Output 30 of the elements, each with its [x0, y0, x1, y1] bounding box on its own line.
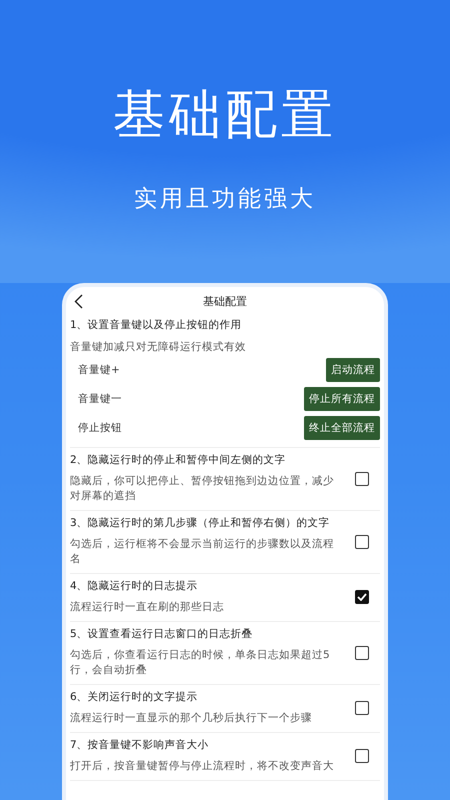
action-button[interactable]: 停止所有流程: [304, 386, 380, 410]
action-button[interactable]: 终止全部流程: [304, 416, 380, 440]
checkbox[interactable]: [355, 646, 369, 660]
option-title: 3、隐藏运行时的第几步骤（停止和暂停右侧）的文字: [70, 516, 331, 531]
option-title: 4、隐藏运行时的日志提示: [70, 579, 199, 594]
checkbox[interactable]: [355, 472, 369, 486]
section-note: 音量键加减只对无障碍运行模式有效: [70, 340, 247, 355]
key-label: 停止按钮: [78, 420, 122, 434]
option-title: 6、关闭运行时的文字提示: [70, 690, 199, 705]
hero-title: 基础配置: [113, 84, 337, 147]
checkbox[interactable]: [355, 534, 369, 548]
back-icon[interactable]: [74, 294, 83, 308]
option-description: 流程运行时一直在刷的那些日志: [70, 600, 225, 615]
option-description: 勾选后，运行框将不会显示当前运行的步骤数以及流程名: [70, 537, 335, 567]
option-description: 打开后，按音量键暂停与停止流程时，将不改变声音大: [70, 759, 335, 774]
checkbox[interactable]: [355, 590, 369, 604]
checkbox[interactable]: [355, 701, 369, 715]
action-button[interactable]: 启动流程: [326, 358, 380, 382]
checkbox[interactable]: [355, 749, 369, 763]
option-description: 隐藏后，你可以把停止、暂停按钮拖到边边位置，减少对屏幕的遮挡: [70, 474, 335, 504]
key-label: 音量键一: [78, 392, 122, 406]
option-description: 流程运行时一直显示的那个几秒后执行下一个步骤: [70, 711, 313, 726]
section-title: 1、设置音量键以及停止按钮的作用: [70, 318, 243, 333]
key-label: 音量键+: [78, 362, 120, 376]
option-title: 2、隐藏运行时的停止和暂停中间左侧的文字: [70, 453, 287, 468]
hero-subtitle: 实用且功能强大: [134, 185, 316, 214]
screen-title: 基础配置: [203, 294, 247, 308]
option-description: 勾选后，你查看运行日志的时候，单条日志如果超过5行，会自动折叠: [70, 648, 331, 678]
option-title: 7、按音量键不影响声音大小: [70, 738, 210, 753]
option-title: 5、设置查看运行日志窗口的日志折叠: [70, 627, 254, 642]
